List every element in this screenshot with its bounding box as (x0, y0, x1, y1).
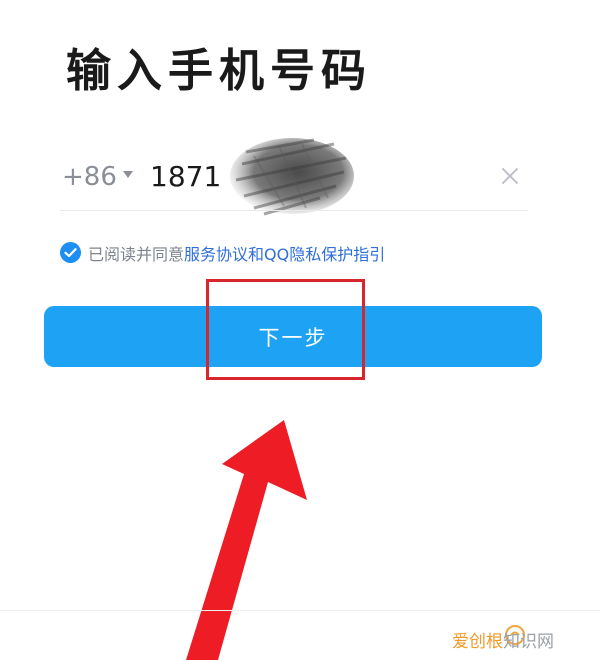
watermark: 爱创根知识网 (452, 627, 554, 652)
watermark-site: 知识网 (503, 632, 554, 652)
watermark-brand: 爱创根 (452, 632, 503, 652)
pointer-arrow-icon (186, 420, 307, 660)
bottom-divider (0, 610, 600, 611)
